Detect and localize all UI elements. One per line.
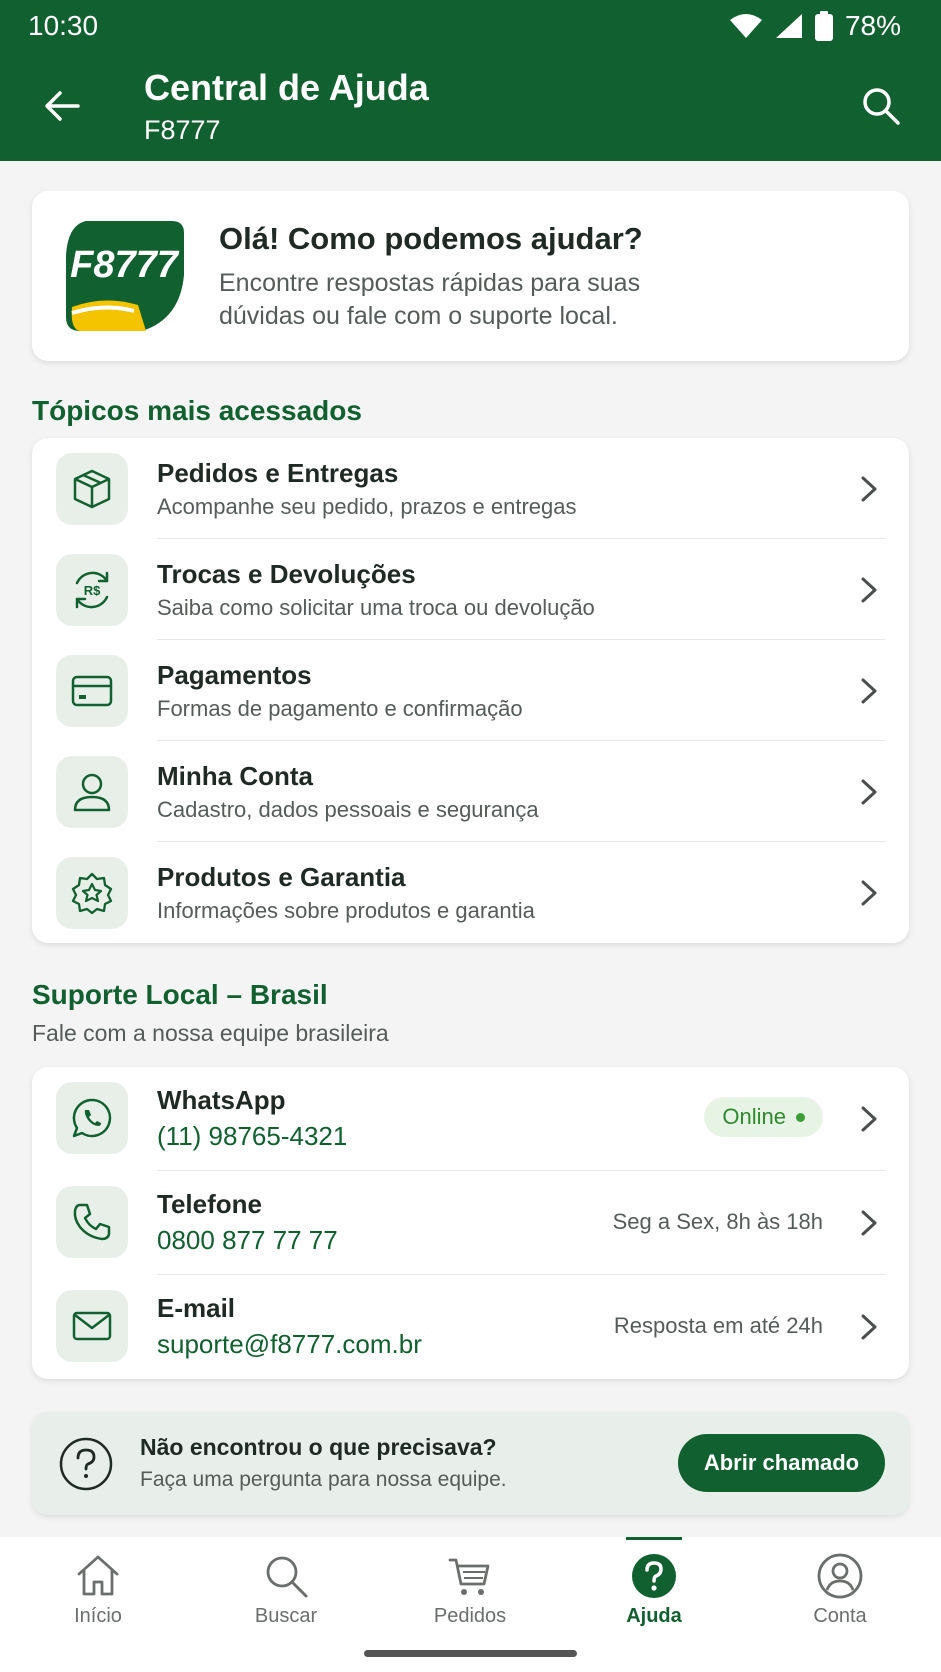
- page-subtitle: F8777: [144, 115, 221, 145]
- topic-desc: Saiba como solicitar uma troca ou devolu…: [157, 595, 595, 620]
- welcome-card: F8777 Olá! Como podemos ajudar? Encontre…: [32, 191, 909, 361]
- nav-item-help[interactable]: Ajuda: [560, 1537, 748, 1657]
- mail-icon: [56, 1290, 128, 1362]
- chevron-right-icon: [861, 476, 877, 502]
- status-bar: 10:30 78%: [0, 0, 941, 52]
- phone-hours: Seg a Sex, 8h às 18h: [612, 1209, 823, 1234]
- status-icons: 78%: [729, 10, 901, 42]
- search-icon: [266, 1556, 308, 1598]
- nav-label: Buscar: [254, 1605, 318, 1627]
- battery-icon: [814, 11, 833, 41]
- arrow-left-icon: [45, 91, 80, 121]
- topic-item-account[interactable]: Minha Conta Cadastro, dados pessoais e s…: [32, 741, 909, 842]
- chevron-right-icon: [861, 577, 877, 603]
- online-dot: [796, 1112, 805, 1122]
- package-icon: [56, 453, 128, 525]
- open-ticket-card: Não encontrou o que precisava? Faça uma …: [32, 1412, 909, 1515]
- topic-desc: Formas de pagamento e confirmação: [157, 696, 523, 721]
- page-title: Central de Ajuda: [144, 67, 429, 108]
- topic-item-warranty[interactable]: Produtos e Garantia Informações sobre pr…: [32, 842, 909, 943]
- nav-label: Pedidos: [433, 1605, 507, 1627]
- chevron-right-icon: [861, 1210, 877, 1236]
- contact-whatsapp[interactable]: WhatsApp (11) 98765-4321 Online: [32, 1067, 909, 1171]
- topic-item-orders[interactable]: Pedidos e Entregas Acompanhe seu pedido,…: [32, 438, 909, 539]
- topic-item-payments[interactable]: Pagamentos Formas de pagamento e confirm…: [32, 640, 909, 741]
- signal-icon: [775, 14, 802, 38]
- chevron-right-icon: [861, 880, 877, 906]
- chevron-right-icon: [861, 678, 877, 704]
- topic-title: Pagamentos: [157, 660, 312, 690]
- exchange-icon: R$: [56, 554, 128, 626]
- header-titles: Central de Ajuda F8777: [144, 66, 429, 148]
- contact-email[interactable]: E-mail suporte@f8777.com.br Resposta em …: [32, 1275, 909, 1379]
- nav-label: Conta: [813, 1605, 867, 1627]
- whatsapp-icon: [56, 1082, 128, 1154]
- support-subtitle: Fale com a nossa equipe brasileira: [32, 1020, 389, 1046]
- welcome-text: Encontre respostas rápidas para suas dúv…: [219, 269, 641, 330]
- gesture-home-bar[interactable]: [364, 1650, 577, 1657]
- topics-title: Tópicos mais acessados: [32, 395, 362, 426]
- nav-item-orders[interactable]: Pedidos: [376, 1537, 564, 1657]
- topic-title: Minha Conta: [157, 761, 313, 791]
- topic-desc: Informações sobre produtos e garantia: [157, 898, 535, 923]
- chevron-right-icon: [861, 1106, 877, 1132]
- contact-phone[interactable]: Telefone 0800 877 77 77 Seg a Sex, 8h às…: [32, 1171, 909, 1275]
- topic-title: Trocas e Devoluções: [157, 559, 416, 589]
- nav-item-search[interactable]: Buscar: [192, 1537, 380, 1657]
- brand-logo: F8777: [66, 221, 184, 331]
- topic-title: Produtos e Garantia: [157, 862, 406, 892]
- whatsapp-number[interactable]: (11) 98765-4321: [157, 1121, 347, 1152]
- phone-number[interactable]: 0800 877 77 77: [157, 1225, 338, 1256]
- status-text: Online: [722, 1104, 786, 1129]
- open-ticket-button[interactable]: Abrir chamado: [678, 1434, 885, 1492]
- back-button[interactable]: [40, 84, 84, 128]
- active-tab-indicator: [626, 1537, 682, 1540]
- topic-desc: Cadastro, dados pessoais e segurança: [157, 797, 539, 822]
- warranty-badge-icon: [56, 857, 128, 929]
- logo-text: F8777: [70, 244, 180, 286]
- help-icon: [632, 1554, 676, 1598]
- contact-title: E-mail: [157, 1293, 236, 1323]
- question-circle-icon: [59, 1437, 113, 1491]
- battery-percent: 78%: [844, 10, 901, 41]
- nav-label: Início: [74, 1605, 122, 1627]
- topic-desc: Acompanhe seu pedido, prazos e entregas: [157, 494, 577, 519]
- topics-list: Pedidos e Entregas Acompanhe seu pedido,…: [32, 438, 909, 943]
- help-text: Faça uma pergunta para nossa equipe.: [140, 1468, 507, 1491]
- online-status-badge: Online: [704, 1097, 823, 1137]
- home-icon: [77, 1555, 119, 1596]
- app-header: 10:30 78% Central de Ajuda F8777: [0, 0, 941, 161]
- support-title: Suporte Local – Brasil: [32, 979, 328, 1010]
- email-response-time: Resposta em até 24h: [613, 1313, 823, 1338]
- contact-title: WhatsApp: [157, 1085, 286, 1115]
- nav-item-home[interactable]: Início: [4, 1537, 192, 1657]
- credit-card-icon: [56, 655, 128, 727]
- nav-item-account[interactable]: Conta: [746, 1537, 934, 1657]
- search-icon: [863, 88, 900, 125]
- wifi-icon: [729, 14, 762, 38]
- nav-label: Ajuda: [626, 1605, 682, 1627]
- support-contacts: WhatsApp (11) 98765-4321 Online Telefone…: [32, 1067, 909, 1379]
- welcome-title: Olá! Como podemos ajudar?: [219, 221, 643, 256]
- help-title: Não encontrou o que precisava?: [140, 1434, 497, 1460]
- topic-item-returns[interactable]: R$ Trocas e Devoluções Saiba como solici…: [32, 539, 909, 640]
- email-address[interactable]: suporte@f8777.com.br: [157, 1329, 422, 1360]
- phone-icon: [56, 1186, 128, 1258]
- chevron-right-icon: [861, 1314, 877, 1340]
- chevron-right-icon: [861, 779, 877, 805]
- cart-icon: [448, 1558, 490, 1595]
- currency-symbol: R$: [84, 583, 101, 598]
- contact-title: Telefone: [157, 1189, 262, 1219]
- account-icon: [817, 1553, 863, 1599]
- user-icon: [56, 756, 128, 828]
- topic-title: Pedidos e Entregas: [157, 458, 399, 488]
- status-time: 10:30: [28, 10, 99, 41]
- search-button[interactable]: [859, 84, 903, 128]
